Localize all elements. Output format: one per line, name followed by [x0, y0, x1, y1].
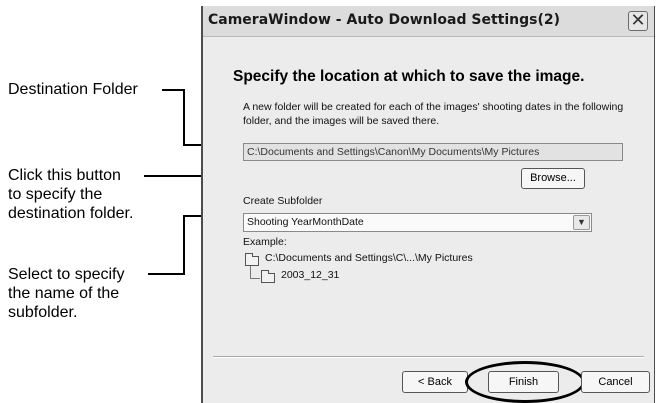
- destination-folder-path: C:\Documents and Settings\Canon\My Docum…: [247, 146, 540, 158]
- close-button[interactable]: ✕: [628, 11, 648, 31]
- create-subfolder-value: Shooting YearMonthDate: [247, 216, 364, 228]
- callout-browse-hint: Click this button to specify the destina…: [8, 166, 133, 223]
- callout-subfolder-hint-line3: subfolder.: [8, 304, 78, 321]
- callout-subfolder-hint: Select to specify the name of the subfol…: [8, 265, 125, 322]
- cancel-button[interactable]: Cancel: [581, 371, 650, 393]
- window-title: CameraWindow - Auto Download Settings(2): [208, 12, 561, 28]
- browse-button[interactable]: Browse...: [521, 168, 585, 189]
- callout-browse-hint-line3: destination folder.: [8, 205, 134, 222]
- example-label: Example:: [243, 236, 287, 248]
- chevron-down-icon[interactable]: ▼: [573, 215, 590, 230]
- callout-browse-hint-line1: Click this button: [8, 167, 121, 184]
- callout-subfolder-hint-line1: Select to specify: [8, 266, 125, 283]
- tree-connector: [250, 278, 260, 279]
- callout-destination-folder-text: Destination Folder: [8, 81, 138, 98]
- create-subfolder-label: Create Subfolder: [243, 195, 323, 207]
- callout-subfolder-hint-line2: the name of the: [8, 285, 120, 302]
- callout-browse-hint-line2: to specify the: [8, 186, 103, 203]
- folder-icon: [261, 270, 275, 283]
- title-bar: CameraWindow - Auto Download Settings(2)…: [203, 6, 654, 37]
- callout-line: [162, 89, 184, 91]
- dialog-description: A new folder will be created for each of…: [243, 101, 624, 127]
- close-icon: ✕: [630, 10, 646, 31]
- example-subfolder: 2003_12_31: [281, 269, 340, 281]
- footer-separator: [213, 356, 644, 358]
- auto-download-settings-dialog: CameraWindow - Auto Download Settings(2)…: [201, 6, 655, 403]
- callout-line: [183, 216, 185, 275]
- create-subfolder-select[interactable]: Shooting YearMonthDate ▼: [243, 213, 592, 232]
- back-button[interactable]: < Back: [402, 371, 468, 393]
- folder-icon: [245, 253, 259, 266]
- destination-folder-field[interactable]: C:\Documents and Settings\Canon\My Docum…: [243, 143, 623, 161]
- callout-line: [148, 273, 185, 275]
- finish-highlight-ring: [465, 361, 585, 403]
- example-path: C:\Documents and Settings\C\...\My Pictu…: [265, 252, 473, 264]
- callout-destination-folder: Destination Folder: [8, 80, 138, 99]
- dialog-heading: Specify the location at which to save th…: [233, 68, 585, 85]
- callout-line: [183, 89, 185, 145]
